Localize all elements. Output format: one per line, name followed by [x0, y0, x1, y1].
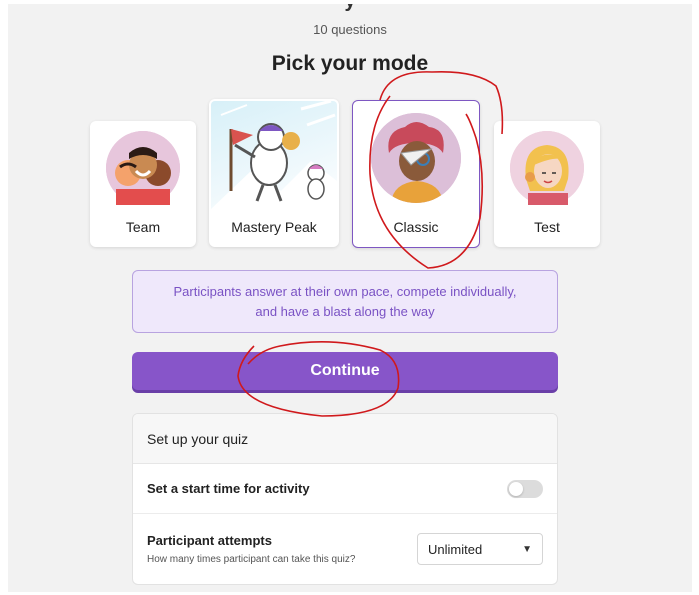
attempts-label: Participant attempts [147, 533, 272, 548]
mode-description-text: Participants answer at their own pace, c… [173, 283, 517, 319]
mode-card-classic[interactable]: Classic [352, 100, 480, 248]
team-avatar-icon [106, 131, 180, 205]
attempts-help: How many times participant can take this… [147, 554, 356, 565]
setup-title: Set up your quiz [133, 414, 557, 464]
mode-label-mastery-peak: Mastery Peak [231, 219, 317, 235]
mode-card-test[interactable]: Test [494, 121, 600, 247]
attempts-row: Participant attempts How many times part… [133, 514, 557, 584]
start-time-label: Set a start time for activity [147, 481, 310, 496]
toggle-knob [509, 481, 523, 496]
mode-label-team: Team [125, 219, 161, 235]
mode-description: Participants answer at their own pace, c… [132, 270, 558, 333]
mode-card-team[interactable]: Team [90, 121, 196, 247]
test-avatar-icon [510, 131, 584, 205]
start-time-toggle[interactable] [507, 479, 543, 498]
mode-label-test: Test [534, 219, 560, 235]
mode-card-mastery-peak[interactable]: Mastery Peak [209, 99, 339, 247]
attempts-text: Participant attempts How many times part… [147, 533, 355, 565]
mastery-peak-illustration [211, 101, 337, 209]
mode-options: Team Mastery Peak Classic Test [8, 4, 692, 264]
attempts-select[interactable]: Unlimited ▼ [417, 533, 543, 565]
mode-label-classic: Classic [393, 219, 439, 235]
attempts-value: Unlimited [428, 541, 483, 557]
continue-button[interactable]: Continue [132, 352, 558, 390]
quiz-setup-panel: Set up your quiz Set a start time for ac… [132, 413, 558, 585]
quiz-mode-page: y 10 questions Pick your mode Team [8, 4, 692, 592]
classic-avatar-icon [353, 103, 479, 211]
start-time-row: Set a start time for activity [133, 464, 557, 514]
caret-down-icon: ▼ [522, 543, 532, 555]
